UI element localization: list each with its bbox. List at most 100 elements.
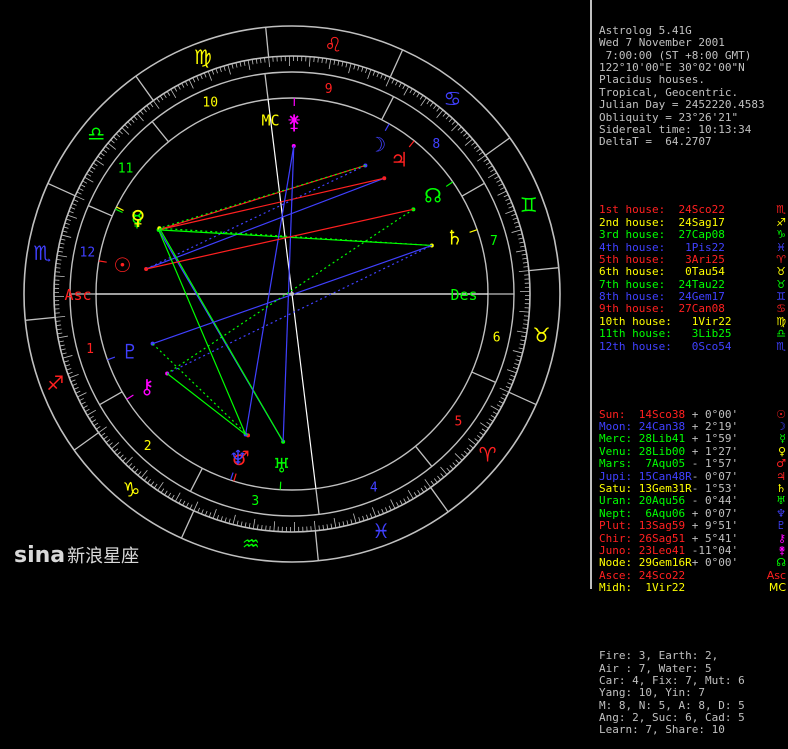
degree-tick	[205, 511, 207, 516]
planet-speed: + 0°07'	[685, 508, 738, 520]
sign-icon: ♎	[776, 328, 786, 340]
house-cusp-row: 4th house: 1Pis22♓	[599, 242, 788, 254]
degree-tick	[513, 218, 518, 220]
degree-tick	[240, 62, 241, 67]
degree-tick	[452, 121, 455, 125]
summary-line: Car: 4, Fix: 7, Mut: 6	[599, 675, 788, 687]
degree-tick	[433, 105, 436, 109]
degree-tick	[99, 427, 107, 433]
degree-tick	[407, 497, 409, 501]
degree-tick	[165, 491, 168, 495]
house-cusp-row: 6th house: 0Tau54♉	[599, 266, 788, 278]
sign-divider	[529, 268, 559, 271]
chart-header: Astrolog 5.41GWed 7 November 2001 7:00:0…	[599, 25, 788, 149]
degree-tick	[233, 515, 235, 525]
degree-tick	[517, 331, 527, 333]
planet-tick	[385, 124, 389, 131]
degree-tick	[334, 60, 335, 65]
degree-tick	[119, 131, 123, 134]
degree-tick	[318, 57, 319, 62]
planet-position: 24Can38	[632, 421, 685, 433]
degree-tick	[523, 262, 528, 263]
degree-tick	[94, 423, 98, 426]
degree-tick	[500, 187, 504, 189]
degree-tick	[59, 341, 64, 342]
degree-tick	[499, 401, 503, 403]
degree-tick	[522, 254, 527, 255]
degree-tick	[487, 422, 491, 425]
degree-tick	[213, 509, 216, 518]
planet-row: Sun: 14Sco38 + 0°00'☉	[599, 409, 788, 421]
degree-tick	[260, 58, 261, 63]
degree-tick	[117, 452, 121, 455]
degree-tick	[509, 206, 514, 208]
degree-tick	[74, 387, 79, 389]
degree-tick	[104, 436, 108, 439]
planet-icon: ♄	[776, 483, 786, 495]
degree-tick	[500, 388, 509, 392]
degree-tick	[396, 502, 398, 506]
degree-tick	[201, 509, 203, 514]
degree-tick	[440, 467, 447, 475]
house-cusp-text: 12th house: 0Sco54	[599, 341, 731, 353]
degree-tick	[66, 219, 71, 221]
degree-tick	[358, 66, 359, 71]
planet-row: Juno: 23Leo41 -11°04'⚵	[599, 545, 788, 557]
degree-tick	[479, 152, 483, 155]
degree-tick	[519, 311, 529, 312]
house-cusp-line	[415, 446, 431, 466]
degree-tick	[427, 100, 430, 104]
header-line: Placidus houses.	[599, 74, 788, 86]
degree-tick	[123, 458, 127, 462]
zodiac-sign-icon: ♋	[444, 86, 462, 110]
degree-tick	[465, 139, 473, 146]
degree-tick	[365, 68, 367, 73]
degree-tick	[378, 511, 380, 516]
house-cusp-line	[472, 372, 496, 382]
zodiac-sign-icon: ♍	[194, 45, 212, 69]
degree-tick	[72, 384, 77, 386]
degree-tick	[413, 91, 416, 95]
degree-tick	[178, 85, 180, 89]
planet-row: Midh: 1Vir22MC	[599, 582, 788, 594]
degree-tick	[470, 445, 474, 448]
degree-tick	[158, 482, 164, 490]
degree-tick	[252, 59, 253, 64]
planet-icon: ☽	[776, 421, 786, 433]
degree-tick	[61, 349, 66, 350]
degree-tick	[505, 210, 514, 214]
house-number: 12	[80, 245, 96, 260]
house-cusp-row: 7th house: 24Tau22♉	[599, 279, 788, 291]
degree-tick	[89, 170, 93, 173]
degree-tick	[83, 406, 87, 408]
house-number: 10	[202, 96, 218, 111]
planet-speed: - 1°53'	[692, 483, 738, 495]
planet-tick	[234, 474, 236, 482]
degree-tick	[200, 74, 202, 79]
degree-tick	[461, 454, 465, 457]
degree-tick	[128, 122, 131, 126]
planet-speed: + 9°51'	[685, 520, 738, 532]
house-cusp-line	[316, 489, 319, 515]
degree-tick	[87, 410, 96, 415]
planet-icon: ⚷	[778, 533, 786, 545]
degree-tick	[172, 495, 175, 499]
house-number: 6	[493, 331, 501, 346]
degree-tick	[79, 188, 83, 190]
planet-glyph-icon: ⚵	[287, 110, 302, 134]
planet-icon: ♀	[778, 446, 786, 458]
degree-tick	[55, 268, 60, 269]
degree-tick	[65, 223, 70, 224]
degree-tick	[437, 107, 440, 111]
degree-tick	[274, 521, 275, 531]
sign-icon: ♏	[776, 341, 786, 353]
zodiac-sign-icon: ♑	[123, 478, 141, 502]
degree-tick	[137, 113, 144, 121]
house-cusp-row: 11th house: 3Lib25♎	[599, 328, 788, 340]
degree-tick	[514, 222, 519, 224]
degree-tick	[421, 98, 427, 106]
summary-line: Learn: 7, Share: 10	[599, 724, 788, 736]
planet-name: Plut:	[599, 520, 632, 532]
degree-tick	[57, 255, 67, 257]
degree-tick	[85, 177, 94, 182]
